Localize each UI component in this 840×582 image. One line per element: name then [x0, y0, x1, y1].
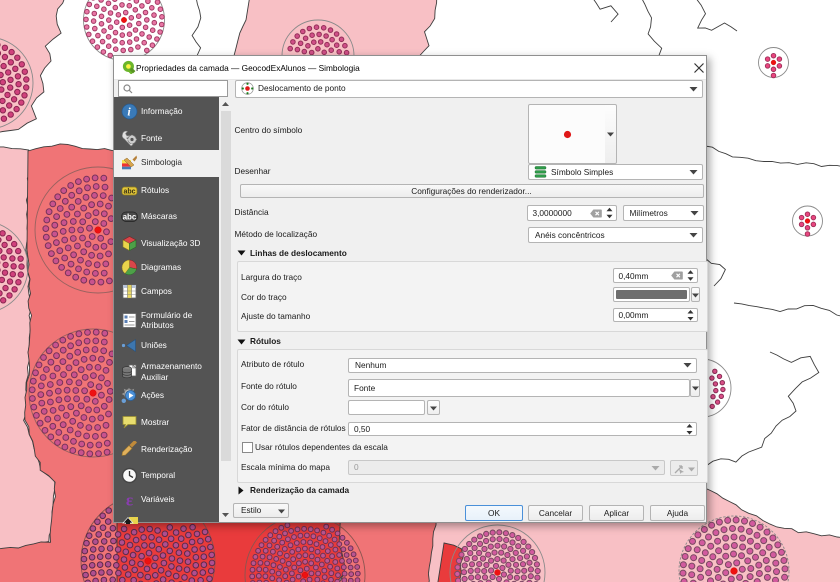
svg-text:abc: abc: [123, 212, 137, 221]
svg-text:ε: ε: [126, 491, 133, 508]
svg-text:abc: abc: [123, 189, 135, 196]
